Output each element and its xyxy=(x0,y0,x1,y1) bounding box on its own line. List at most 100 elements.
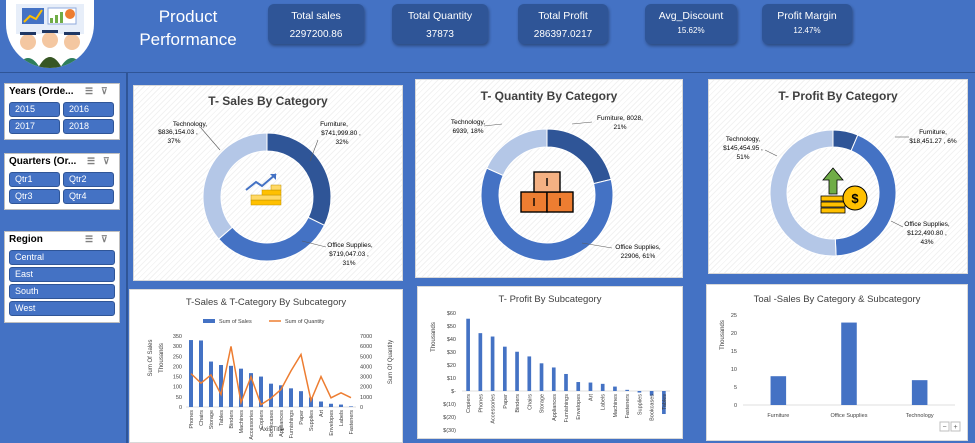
plus-icon: + xyxy=(953,424,957,431)
bar-sales[interactable] xyxy=(189,340,193,407)
bar-category-sales[interactable] xyxy=(841,322,857,405)
bar-profit[interactable] xyxy=(490,336,495,391)
y2-tick-label: 3000 xyxy=(360,375,372,381)
bar-sales[interactable] xyxy=(199,340,203,407)
x-tick-label: Accessories xyxy=(249,410,255,440)
x-tick-label: Storage xyxy=(209,410,215,429)
panel-quantity-by-category[interactable]: T- Quantity By Category Technology, 6939… xyxy=(415,79,683,278)
y2-axis-title: Sum Of Quantity xyxy=(388,340,394,384)
kpi-value: 15.62% xyxy=(677,26,705,35)
bar-category-sales[interactable] xyxy=(911,380,928,405)
data-label: Furniture, 8028, xyxy=(597,115,643,122)
data-label: Furniture, xyxy=(919,129,947,136)
bar-profit[interactable] xyxy=(466,318,470,391)
bar-profit[interactable] xyxy=(613,386,617,391)
kpi-profit-margin: Profit Margin 12.47% xyxy=(762,4,852,44)
bar-sales[interactable] xyxy=(349,406,353,407)
data-label: Technology, xyxy=(726,136,760,143)
slicer-item-qtr4[interactable]: Qtr4 xyxy=(63,189,114,204)
slicer-item-qtr3[interactable]: Qtr3 xyxy=(9,189,60,204)
bar-profit[interactable] xyxy=(478,333,483,391)
donut-slice-technology[interactable] xyxy=(769,129,837,257)
y-tick-label: $60 xyxy=(447,311,456,317)
bar-profit[interactable] xyxy=(600,383,605,391)
bar-sales[interactable] xyxy=(269,383,273,407)
bar-profit[interactable] xyxy=(502,346,507,391)
donut-chart-profit: $ Technology, $145,454.95 , 51% Furnitur… xyxy=(723,129,957,257)
slicer-item-qtr2[interactable]: Qtr2 xyxy=(63,172,114,187)
y-tick-label: $(10) xyxy=(443,402,456,408)
slicer-item-east[interactable]: East xyxy=(9,267,115,282)
bar-profit[interactable] xyxy=(539,363,544,391)
kpi-label: Profit Margin xyxy=(777,10,837,22)
data-label: 31% xyxy=(342,260,355,267)
bar-profit[interactable] xyxy=(527,356,532,391)
slicer-item-central[interactable]: Central xyxy=(9,250,115,265)
panel-sales-by-category[interactable]: T- Sales By Category Technology, $836,15… xyxy=(133,85,403,281)
donut-slice-furniture[interactable] xyxy=(266,132,332,227)
bar-profit[interactable] xyxy=(625,389,630,391)
y-tick-label: 250 xyxy=(173,354,182,360)
bar-sales[interactable] xyxy=(329,403,333,407)
bar-sales[interactable] xyxy=(289,388,293,407)
data-label: 21% xyxy=(613,124,626,131)
panel-profit-by-subcategory[interactable]: T- Profit By Subcategory Thousands $(30)… xyxy=(417,286,683,439)
bar-profit[interactable] xyxy=(551,367,556,391)
slicer-item-west[interactable]: West xyxy=(9,301,115,316)
bar-profit[interactable] xyxy=(637,391,642,393)
donut-slice-technology[interactable] xyxy=(486,128,548,177)
panel-sales-quantity-by-subcategory[interactable]: T-Sales & T-Category By Subcategory Sum … xyxy=(129,289,403,443)
bar-sales[interactable] xyxy=(339,404,343,407)
bar-profit[interactable] xyxy=(576,382,581,391)
donut-slice-office-supplies[interactable] xyxy=(218,216,326,262)
kpi-label: Total sales xyxy=(291,10,341,22)
panel-profit-by-category[interactable]: T- Profit By Category $ Technology, $145… xyxy=(708,79,968,274)
slicer-quarters: Quarters (Or... ☰ ⊽ Qtr1 Qtr2 Qtr3 Qtr4 xyxy=(4,153,120,210)
x-tick-label: Machines xyxy=(239,410,245,434)
bar-profit[interactable] xyxy=(515,351,519,391)
x-tick-label: Chairs xyxy=(527,394,533,410)
y-tick-label: $10 xyxy=(447,376,456,382)
expand-collapse-buttons[interactable]: − + xyxy=(939,421,961,432)
x-tick-label: Art xyxy=(588,394,594,402)
slicer-item-qtr1[interactable]: Qtr1 xyxy=(9,172,60,187)
bar-sales[interactable] xyxy=(229,365,233,407)
kpi-value: 2297200.86 xyxy=(289,29,343,40)
bar-category-sales[interactable] xyxy=(770,376,787,405)
bar-profit[interactable] xyxy=(564,373,568,391)
data-label: $18,451.27 , 6% xyxy=(909,138,957,145)
multi-select-icon[interactable]: ☰ xyxy=(87,156,95,167)
kpi-value: 12.47% xyxy=(793,26,821,35)
data-label: 51% xyxy=(736,154,749,161)
donut-slice-technology[interactable] xyxy=(202,132,268,240)
slicer-item-2018[interactable]: 2018 xyxy=(63,119,114,134)
legend: Sum of Sales Sum of Quantity xyxy=(203,319,325,325)
y-tick-label: 20 xyxy=(731,331,737,337)
dashboard-logo xyxy=(6,0,94,68)
slicer-item-2016[interactable]: 2016 xyxy=(63,102,114,117)
clear-filter-icon[interactable]: ⊽ xyxy=(101,86,108,97)
bar-sales[interactable] xyxy=(209,361,213,407)
x-tick-label: Furniture xyxy=(767,413,789,419)
bar-sales[interactable] xyxy=(319,401,323,407)
multi-select-icon[interactable]: ☰ xyxy=(85,234,93,245)
slicer-years: Years (Orde... ☰ ⊽ 2015 2016 2017 2018 xyxy=(4,83,120,140)
y-tick-label: 300 xyxy=(173,344,182,350)
clear-filter-icon[interactable]: ⊽ xyxy=(101,234,108,245)
bar-profit[interactable] xyxy=(588,382,593,391)
page-title-line2: Performance xyxy=(139,30,237,49)
slicer-item-south[interactable]: South xyxy=(9,284,115,299)
bar-sales[interactable] xyxy=(299,391,303,407)
x-tick-label: Technology xyxy=(906,413,934,419)
slicer-item-2015[interactable]: 2015 xyxy=(9,102,60,117)
slicer-item-2017[interactable]: 2017 xyxy=(9,119,60,134)
clear-filter-icon[interactable]: ⊽ xyxy=(103,156,110,167)
panel-sales-by-category-subcategory[interactable]: Toal -Sales By Category & Subcategory Th… xyxy=(706,284,968,441)
x-tick-label: Furnishings xyxy=(564,394,570,423)
y-tick-label: 150 xyxy=(173,375,182,381)
page-title: Product Performance xyxy=(118,5,258,51)
x-tick-label: Accessories xyxy=(491,394,497,424)
header-bar: Product Performance Total sales 2297200.… xyxy=(0,0,975,73)
x-tick-label: Machines xyxy=(613,394,619,418)
multi-select-icon[interactable]: ☰ xyxy=(85,86,93,97)
